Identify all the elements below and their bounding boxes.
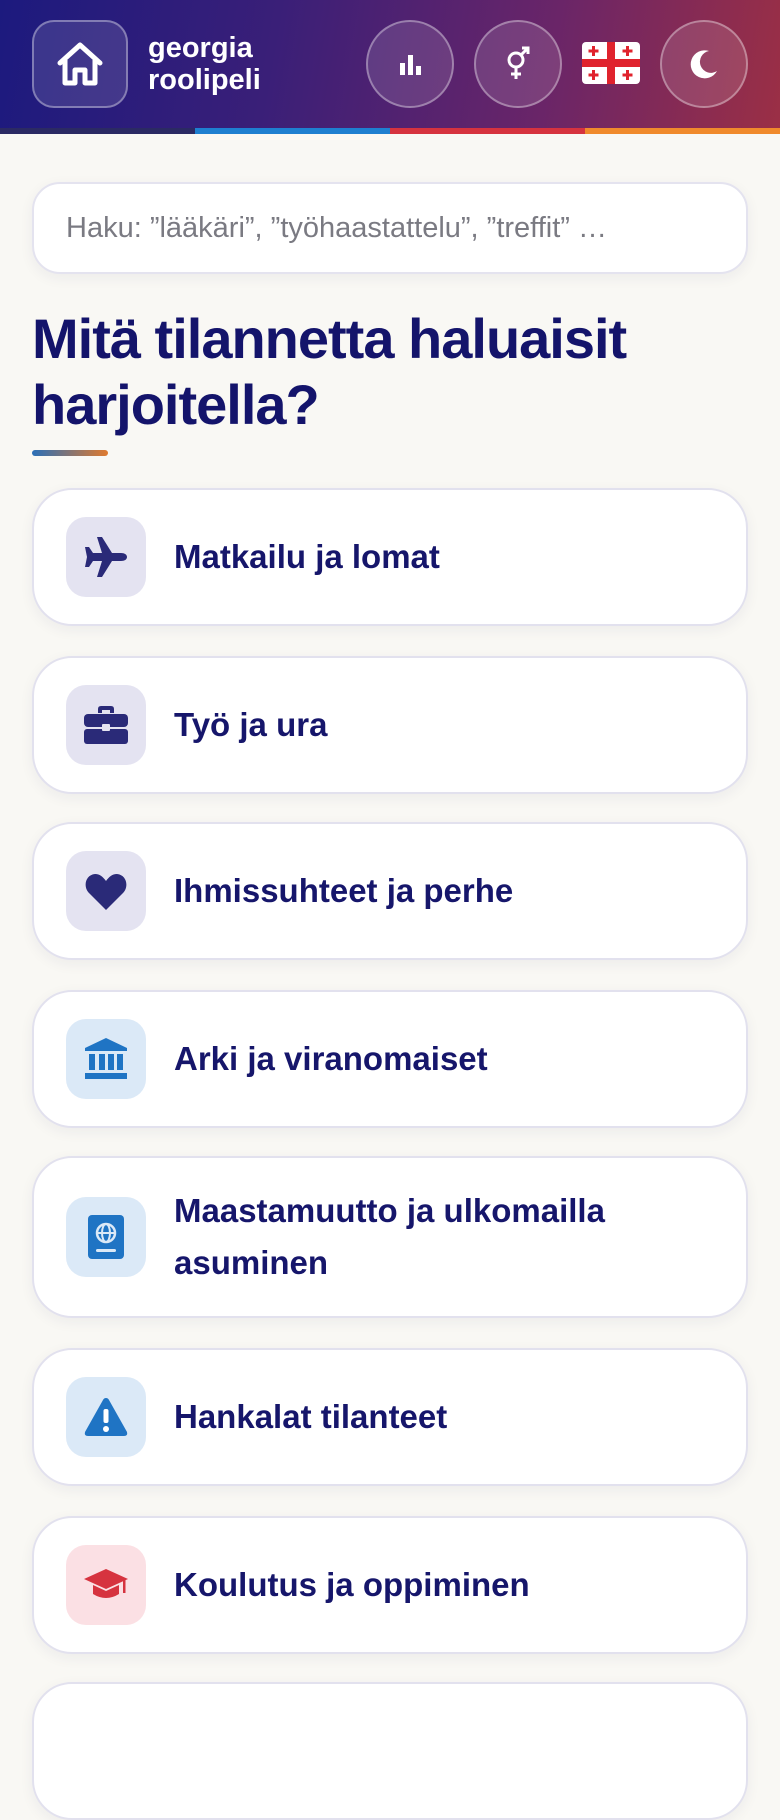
category-label: Työ ja ura bbox=[174, 706, 328, 743]
airplane-icon bbox=[85, 537, 127, 577]
category-icon-box bbox=[66, 517, 146, 597]
gender-icon bbox=[507, 46, 530, 79]
category-card-authorities[interactable]: Arki ja viranomaiset bbox=[32, 990, 748, 1128]
category-label: Maastamuutto ja ulkomailla asuminen bbox=[174, 1192, 605, 1281]
language-flag-button[interactable] bbox=[582, 42, 640, 84]
category-card-emigration[interactable]: Maastamuutto ja ulkomailla asuminen bbox=[32, 1156, 748, 1318]
bar-chart-icon bbox=[400, 55, 421, 75]
title-underline bbox=[32, 450, 108, 456]
category-icon-box bbox=[66, 1019, 146, 1099]
category-label: Ihmissuhteet ja perhe bbox=[174, 872, 514, 909]
category-card-travel[interactable]: Matkailu ja lomat bbox=[32, 488, 748, 626]
header-stripe bbox=[0, 128, 780, 134]
category-label: Hankalat tilanteet bbox=[174, 1398, 448, 1435]
bank-icon bbox=[85, 1038, 127, 1079]
category-label: Matkailu ja lomat bbox=[174, 538, 440, 575]
home-icon bbox=[57, 42, 103, 86]
category-icon-box bbox=[66, 1545, 146, 1625]
category-icon-box bbox=[66, 1377, 146, 1457]
warning-icon bbox=[84, 1398, 128, 1436]
category-label: Arki ja viranomaiset bbox=[174, 1040, 488, 1077]
brand-line1: georgia bbox=[148, 32, 253, 64]
category-card-difficult-situations[interactable]: Hankalat tilanteet bbox=[32, 1348, 748, 1486]
georgia-flag-icon bbox=[582, 42, 640, 84]
search-input[interactable] bbox=[32, 182, 748, 274]
app-brand: georgia roolipeli bbox=[148, 32, 348, 96]
gender-button[interactable] bbox=[474, 20, 562, 108]
category-card-work[interactable]: Työ ja ura bbox=[32, 656, 748, 794]
page-title: Mitä tilannetta haluaisit harjoitella? bbox=[32, 307, 627, 436]
category-card-more[interactable] bbox=[32, 1682, 748, 1820]
brand-line2: roolipeli bbox=[148, 64, 261, 96]
moon-icon bbox=[690, 50, 717, 79]
category-icon-box bbox=[66, 685, 146, 765]
theme-toggle-button[interactable] bbox=[660, 20, 748, 108]
category-icon-box bbox=[66, 851, 146, 931]
stats-button[interactable] bbox=[366, 20, 454, 108]
heart-icon bbox=[85, 874, 127, 910]
passport-icon bbox=[88, 1215, 124, 1259]
category-card-relationships[interactable]: Ihmissuhteet ja perhe bbox=[32, 822, 748, 960]
home-button[interactable] bbox=[32, 20, 128, 108]
graduation-cap-icon bbox=[84, 1569, 128, 1598]
category-icon-box bbox=[66, 1197, 146, 1277]
category-label: Koulutus ja oppiminen bbox=[174, 1566, 530, 1603]
category-card-education[interactable]: Koulutus ja oppiminen bbox=[32, 1516, 748, 1654]
briefcase-icon bbox=[84, 706, 128, 744]
